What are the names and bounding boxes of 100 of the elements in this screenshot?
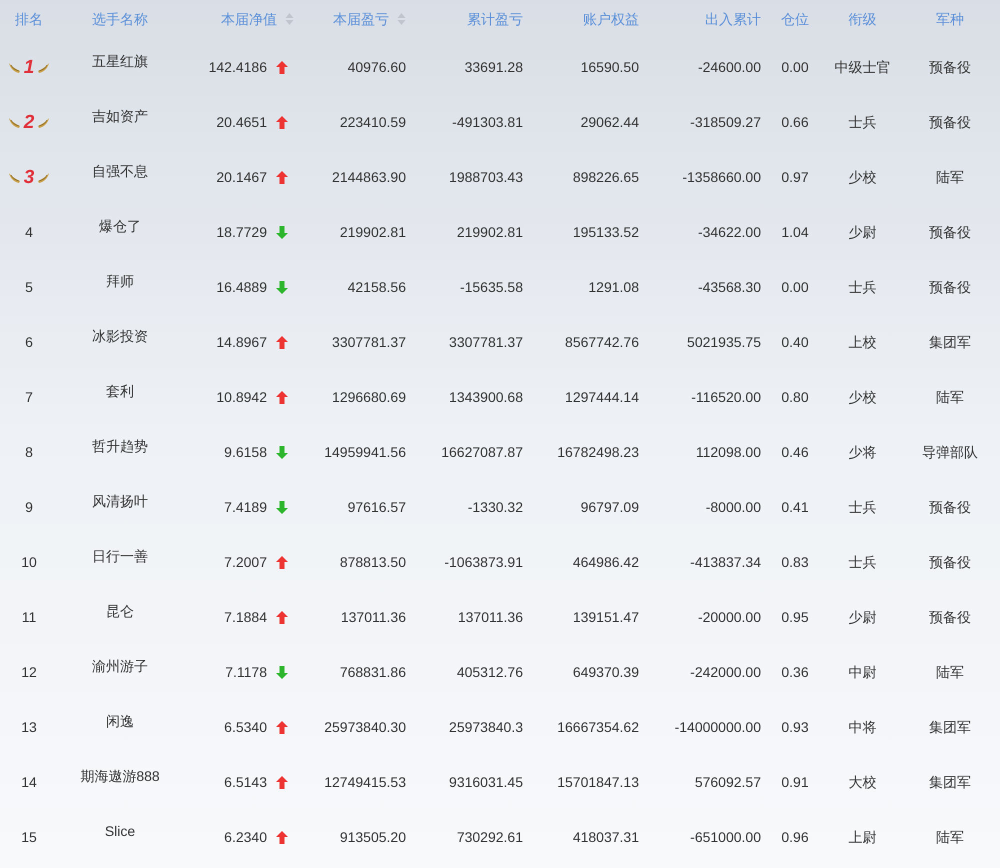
table-cell-text: 0.46: [781, 443, 809, 462]
table-cell-text: 33691.28: [464, 58, 523, 77]
table-cell-text: 16590.50: [580, 58, 639, 77]
table-cell-text: 集团军: [929, 718, 971, 737]
table-cell-text: 418037.31: [572, 828, 639, 847]
table-cell-text: -242000.00: [690, 663, 761, 682]
net-value: 6.2340: [224, 828, 267, 847]
table-cell-text: 0.93: [781, 718, 809, 737]
table-cell-text: 0.96: [781, 828, 809, 847]
table-cell-text: 中将: [848, 718, 876, 737]
table-cell-text: 9316031.45: [449, 773, 523, 792]
table-cell-text: 42158.56: [348, 278, 406, 297]
rank-number: 9: [25, 498, 33, 517]
rank-number: 1: [22, 58, 36, 77]
table-cell-text: 0.97: [781, 168, 809, 187]
table-cell-text: 士兵: [848, 278, 876, 297]
rank-number: 2: [22, 113, 36, 132]
table-cell-text: 大校: [848, 773, 876, 792]
table-cell-text: 464986.42: [572, 553, 639, 572]
table-cell-text: 陆军: [936, 828, 964, 847]
column-header: 累计盈亏: [467, 10, 523, 28]
column-header: 排名: [15, 10, 43, 28]
table-cell-text: 8567742.76: [565, 333, 639, 352]
table-cell-text: 中尉: [848, 663, 876, 682]
net-value: 16.4889: [216, 278, 267, 297]
table-cell-text: 1297444.14: [565, 388, 639, 407]
column-header[interactable]: 本届盈亏: [333, 8, 389, 30]
table-cell-text: 768831.86: [340, 663, 406, 682]
table-cell-text: 97616.57: [348, 498, 406, 517]
player-name: 期海遨游888: [80, 767, 160, 786]
player-name: 五星红旗: [92, 52, 148, 71]
table-cell-text: 139151.47: [572, 608, 639, 627]
rank-number: 7: [25, 388, 33, 407]
player-name: 昆仑: [106, 602, 134, 621]
table-cell-text: 0.41: [781, 498, 809, 517]
table-cell-text: 14959941.56: [324, 443, 406, 462]
rank-number: 11: [22, 608, 36, 627]
table-cell-text: 40976.60: [348, 58, 406, 77]
column-header: 军种: [936, 10, 964, 28]
player-name: Slice: [104, 822, 136, 841]
table-cell-text: 陆军: [936, 663, 964, 682]
net-value: 10.8942: [216, 388, 267, 407]
rank-number: 15: [21, 828, 37, 847]
column-header: 出入累计: [705, 10, 761, 28]
player-name: 拜师: [106, 272, 134, 291]
net-value: 142.4186: [208, 58, 267, 77]
table-cell-text: 0.95: [781, 608, 809, 627]
table-cell-text: 少尉: [848, 223, 876, 242]
table-cell-text: 405312.76: [456, 663, 523, 682]
table-cell-text: 1296680.69: [332, 388, 406, 407]
column-header: 衔级: [848, 10, 876, 28]
table-cell-text: 112098.00: [696, 443, 761, 462]
net-value: 14.8967: [216, 333, 267, 352]
column-header: 选手名称: [92, 10, 148, 28]
column-header[interactable]: 本届净值: [221, 8, 277, 30]
table-cell-text: -1330.32: [468, 498, 523, 517]
sort-icon[interactable]: [285, 12, 294, 26]
table-cell-text: 649370.39: [572, 663, 639, 682]
player-name: 爆仓了: [99, 217, 141, 236]
net-value: 7.1884: [224, 608, 267, 627]
rank-number: 10: [21, 553, 37, 572]
table-cell-text: 2144863.90: [332, 168, 406, 187]
player-name: 风清扬叶: [92, 492, 148, 511]
table-cell-text: -24600.00: [698, 58, 761, 77]
net-value: 7.2007: [224, 553, 267, 572]
rank-number: 6: [25, 333, 33, 352]
table-cell-text: -15635.58: [460, 278, 523, 297]
player-name: 冰影投资: [92, 327, 148, 346]
table-cell-text: 士兵: [848, 113, 876, 132]
table-cell-text: 导弹部队: [922, 443, 978, 462]
net-value: 18.7729: [216, 223, 267, 242]
table-cell-text: 上校: [848, 333, 876, 352]
table-cell-text: 16782498.23: [557, 443, 639, 462]
table-cell-text: -116520.00: [691, 388, 761, 407]
table-cell-text: -1063873.91: [444, 553, 523, 572]
player-name: 闲逸: [106, 712, 134, 731]
net-value: 20.4651: [216, 113, 267, 132]
table-cell-text: -1358660.00: [682, 168, 761, 187]
table-cell-text: 1988703.43: [449, 168, 523, 187]
player-name: 吉如资产: [92, 107, 148, 126]
rank-number: 4: [25, 223, 33, 242]
table-cell-text: 陆军: [936, 388, 964, 407]
table-cell-text: 0.66: [781, 113, 809, 132]
sort-icon[interactable]: [397, 12, 406, 26]
table-cell-text: 集团军: [929, 333, 971, 352]
table-cell-text: 0.36: [781, 663, 809, 682]
table-cell-text: 195133.52: [572, 223, 639, 242]
net-value: 6.5143: [224, 773, 267, 792]
player-name: 套利: [106, 382, 134, 401]
rank-number: 13: [21, 718, 37, 737]
table-cell-text: 25973840.3: [449, 718, 523, 737]
table-cell-text: 预备役: [929, 278, 971, 297]
column-header: 仓位: [781, 10, 809, 28]
table-cell-text: 878813.50: [340, 553, 406, 572]
rank-number: 3: [22, 168, 36, 187]
table-cell-text: 少将: [848, 443, 876, 462]
player-name: 渝州游子: [92, 657, 148, 676]
rank-number: 12: [21, 663, 37, 682]
table-cell-text: 137011.36: [458, 608, 523, 627]
player-name: 自强不息: [92, 162, 148, 181]
